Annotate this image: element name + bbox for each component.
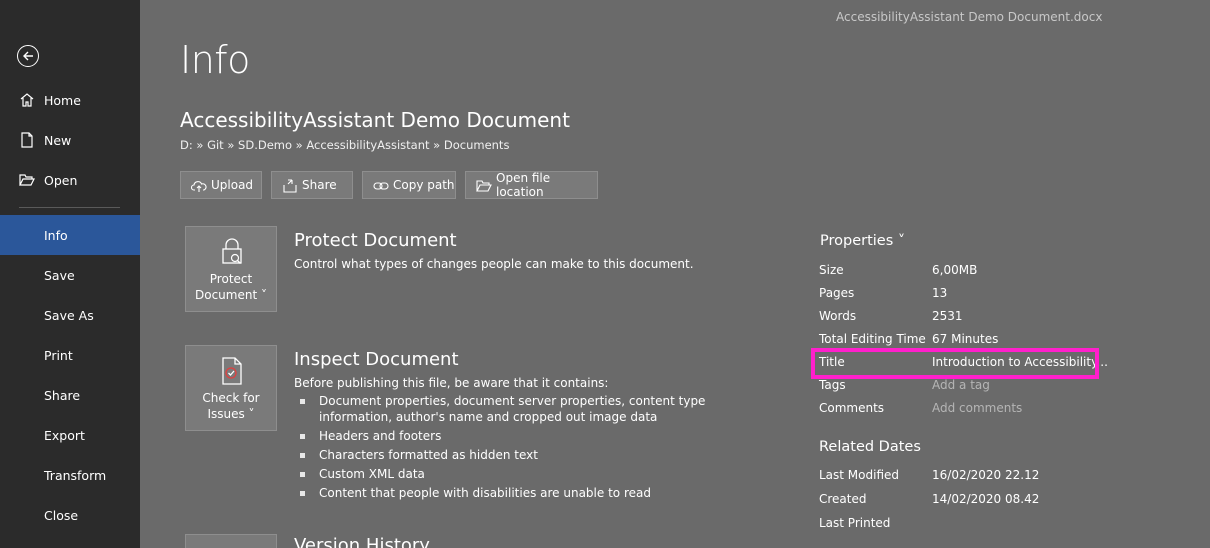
- sidebar-item-info[interactable]: Info: [0, 215, 140, 255]
- protect-document-description: Control what types of changes people can…: [294, 257, 694, 271]
- version-history-title: Version History: [294, 535, 430, 548]
- related-dates-heading: Related Dates: [819, 439, 921, 455]
- upload-button[interactable]: Upload: [180, 171, 262, 199]
- sidebar-item-open[interactable]: Open: [0, 160, 140, 200]
- document-name: AccessibilityAssistant Demo Document: [180, 108, 570, 132]
- folder-open-icon: [19, 172, 35, 188]
- list-item: Custom XML data: [300, 466, 740, 482]
- sidebar-item-print[interactable]: Print: [0, 335, 140, 375]
- link-icon: [373, 178, 389, 194]
- share-icon: [282, 178, 298, 194]
- sidebar-divider: [19, 207, 120, 208]
- sidebar-item-label: New: [44, 132, 72, 148]
- list-item: Content that people with disabilities ar…: [300, 485, 740, 501]
- copy-path-label: Copy path: [393, 178, 455, 192]
- sidebar-item-export[interactable]: Export: [0, 415, 140, 455]
- document-check-icon: [220, 356, 244, 386]
- version-history-button[interactable]: [185, 534, 277, 548]
- sidebar-item-share[interactable]: Share: [0, 375, 140, 415]
- check-for-issues-label: Check for Issues ˅: [202, 391, 260, 421]
- sidebar-item-label: Home: [44, 92, 81, 108]
- new-document-icon: [19, 132, 35, 148]
- sidebar-item-transform[interactable]: Transform: [0, 455, 140, 495]
- share-label: Share: [302, 178, 337, 192]
- folder-open-icon: [476, 178, 492, 194]
- list-item: Headers and footers: [300, 428, 740, 444]
- back-arrow-icon[interactable]: [17, 45, 39, 67]
- page-title: Info: [180, 38, 250, 82]
- inspect-document-description: Before publishing this file, be aware th…: [294, 376, 609, 390]
- protect-document-title: Protect Document: [294, 230, 457, 251]
- sidebar-item-label: Transform: [44, 467, 107, 483]
- title-highlight-box: [811, 348, 1099, 379]
- sidebar-item-close[interactable]: Close: [0, 495, 140, 535]
- sidebar-item-label: Save As: [44, 307, 94, 323]
- home-icon: [19, 92, 35, 108]
- share-button[interactable]: Share: [271, 171, 353, 199]
- upload-label: Upload: [211, 178, 254, 192]
- sidebar-item-label: Open: [44, 172, 78, 188]
- properties-heading[interactable]: Properties ˅: [820, 233, 905, 249]
- check-for-issues-button[interactable]: Check for Issues ˅: [185, 345, 277, 431]
- open-file-location-button[interactable]: Open file location: [465, 171, 598, 199]
- tags-field[interactable]: Add a tag: [932, 378, 990, 392]
- sidebar-item-new[interactable]: New: [0, 120, 140, 160]
- sidebar-item-label: Share: [44, 387, 81, 403]
- comments-field[interactable]: Add comments: [932, 401, 1022, 415]
- backstage-sidebar: Home New Open Info Save Save As Print Sh…: [0, 0, 140, 548]
- sidebar-item-label: Info: [44, 227, 68, 243]
- list-item: Characters formatted as hidden text: [300, 447, 740, 463]
- list-item: Document properties, document server pro…: [300, 393, 740, 425]
- sidebar-item-label: Save: [44, 267, 75, 283]
- copy-path-button[interactable]: Copy path: [362, 171, 456, 199]
- open-file-location-label: Open file location: [496, 171, 551, 199]
- breadcrumb[interactable]: D: » Git » SD.Demo » AccessibilityAssist…: [180, 138, 509, 152]
- window-file-name: AccessibilityAssistant Demo Document.doc…: [836, 10, 1103, 24]
- inspect-document-list: Document properties, document server pro…: [300, 393, 740, 504]
- protect-document-button[interactable]: Protect Document ˅: [185, 226, 277, 312]
- sidebar-item-label: Print: [44, 347, 73, 363]
- inspect-document-title: Inspect Document: [294, 349, 459, 370]
- sidebar-item-label: Close: [44, 507, 79, 523]
- lock-magnifier-icon: [220, 237, 244, 267]
- protect-document-label: Protect Document ˅: [195, 272, 267, 302]
- sidebar-item-home[interactable]: Home: [0, 80, 140, 120]
- sidebar-item-save-as[interactable]: Save As: [0, 295, 140, 335]
- sidebar-item-label: Export: [44, 427, 85, 443]
- cloud-upload-icon: [190, 178, 207, 194]
- sidebar-item-save[interactable]: Save: [0, 255, 140, 295]
